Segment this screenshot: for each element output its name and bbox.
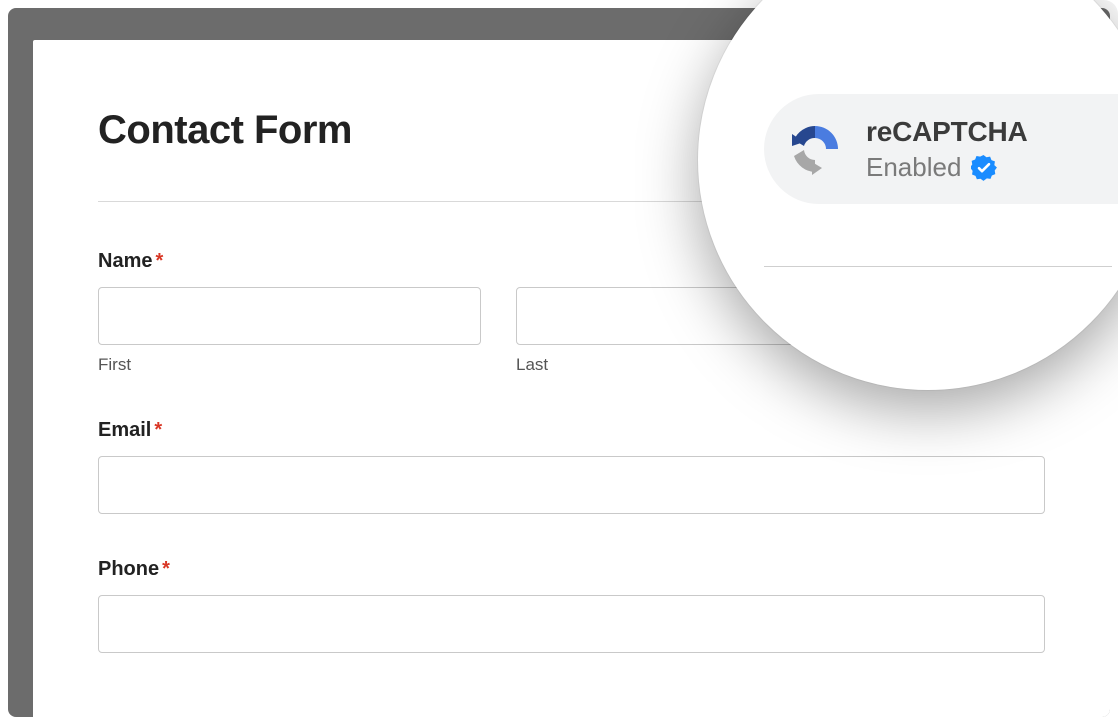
zoom-lens: reCAPTCHA Enabled [698,0,1118,390]
phone-field-block: Phone* [98,558,1045,653]
zoom-divider [764,266,1112,267]
first-name-sublabel: First [98,355,481,375]
first-name-column: First [98,287,481,375]
email-required-mark: * [154,419,162,441]
recaptcha-status-row: Enabled [866,152,1028,183]
recaptcha-text: reCAPTCHA Enabled [866,115,1028,184]
first-name-input[interactable] [98,287,481,345]
phone-required-mark: * [162,558,170,580]
outer-frame: Contact Form Name* First Last [0,0,1118,717]
phone-label: Phone* [98,558,1045,581]
email-label-text: Email [98,419,151,441]
recaptcha-icon [786,120,844,178]
recaptcha-badge[interactable]: reCAPTCHA Enabled [764,94,1118,204]
name-required-mark: * [155,250,163,272]
email-input[interactable] [98,456,1045,514]
name-label-text: Name [98,250,152,272]
verified-badge-icon [971,155,997,181]
recaptcha-status: Enabled [866,152,961,183]
zoom-lens-content: reCAPTCHA Enabled [704,0,1118,384]
phone-input[interactable] [98,595,1045,653]
email-label: Email* [98,419,1045,442]
recaptcha-title: reCAPTCHA [866,115,1028,149]
email-field-block: Email* [98,419,1045,514]
phone-label-text: Phone [98,558,159,580]
